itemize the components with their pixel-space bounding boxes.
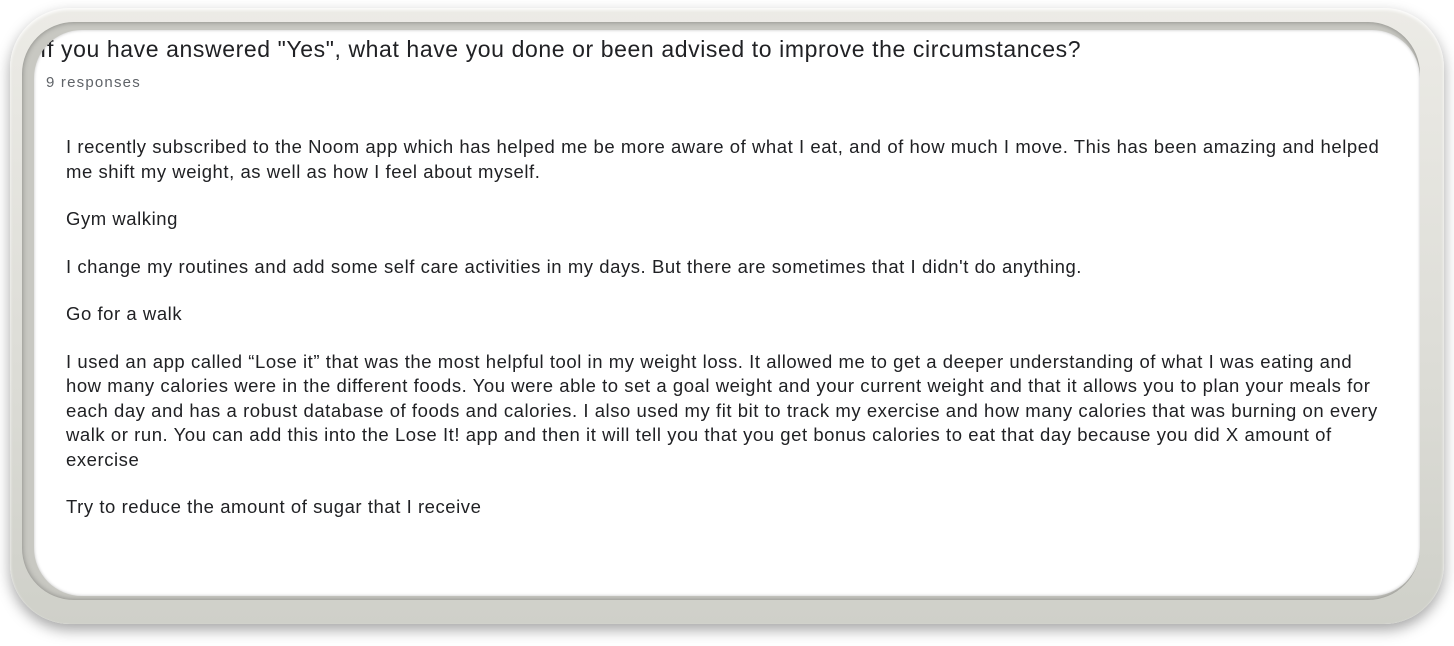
response-item: I used an app called “Lose it” that was … [66,350,1378,470]
response-item: Gym walking [66,208,178,229]
response-item: Go for a walk [66,303,183,324]
question-title: If you have answered "Yes", what have yo… [40,36,1082,62]
response-count: 9 responses [46,74,141,91]
response-list: I recently subscribed to the Noom app wh… [66,135,1382,543]
response-item: I change my routines and add some self c… [66,255,1082,277]
responses-card: If you have answered "Yes", what have yo… [34,30,1420,596]
response-item: I recently subscribed to the Noom app wh… [66,136,1380,182]
response-item: Try to reduce the amount of sugar that I… [66,496,482,517]
